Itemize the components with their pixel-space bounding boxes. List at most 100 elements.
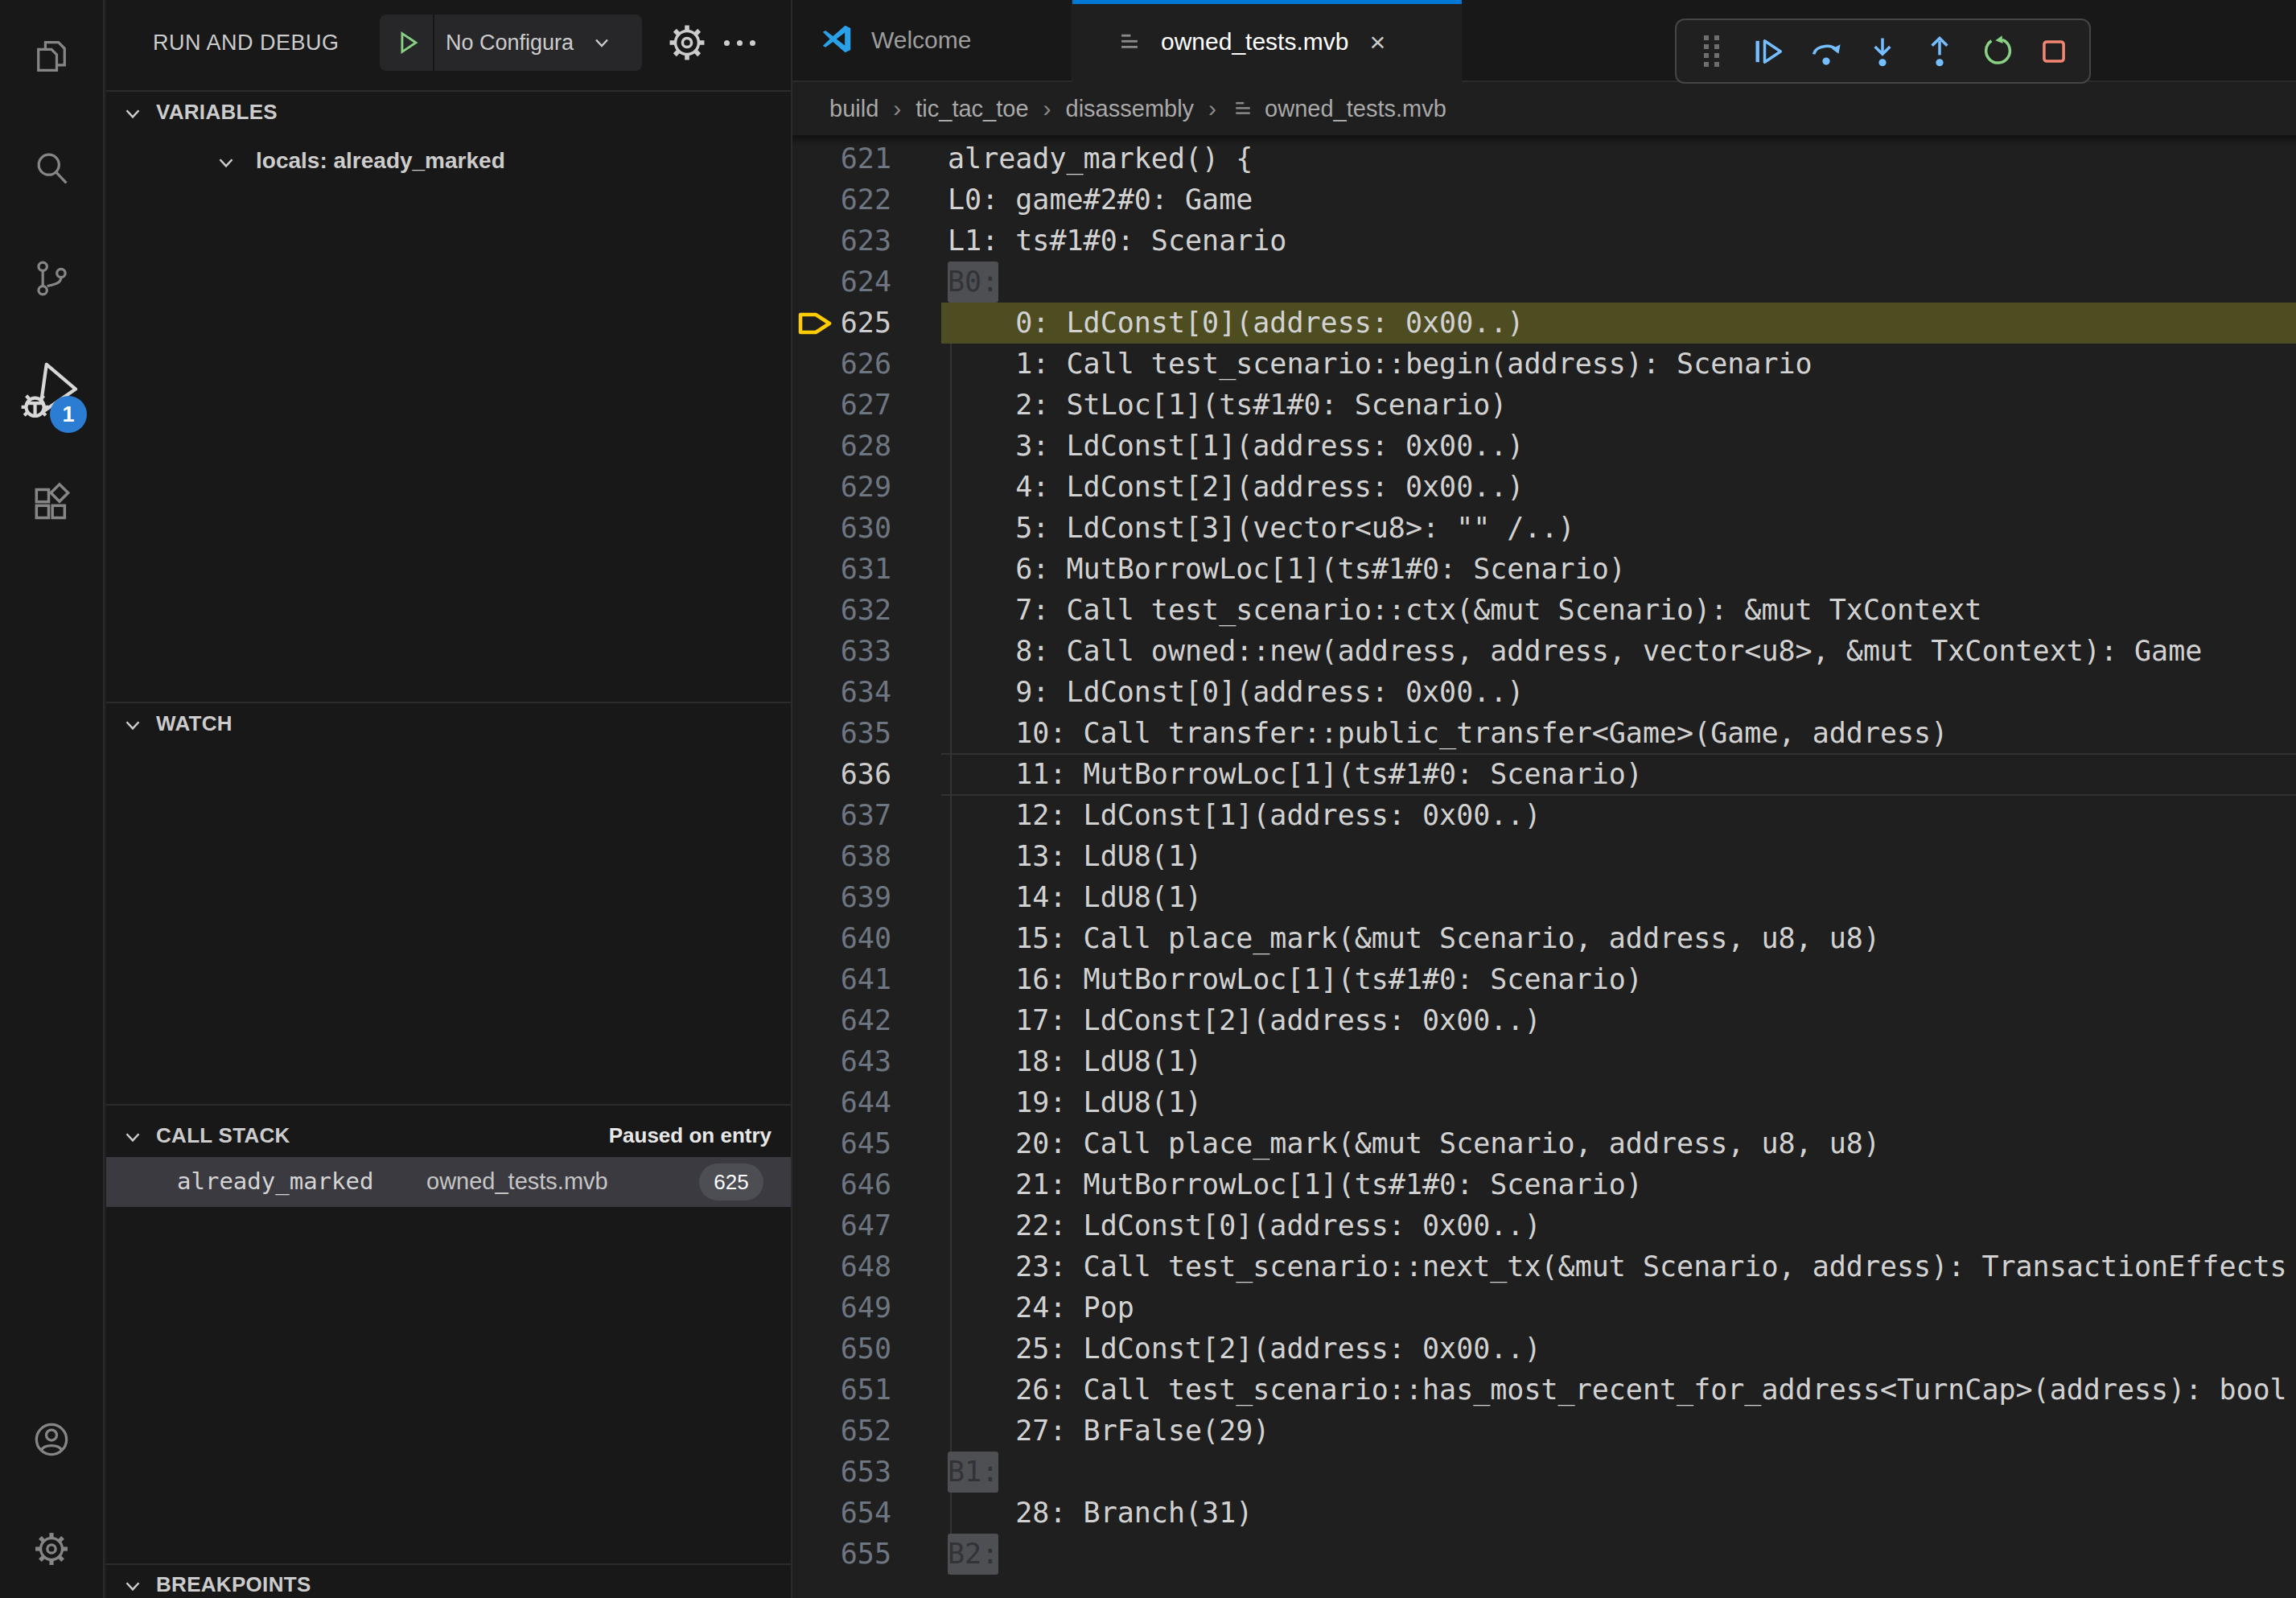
line-number: 653 — [792, 1452, 891, 1493]
block-label-chip: B0: — [948, 262, 998, 303]
start-debug-icon[interactable] — [394, 29, 422, 56]
line-number: 629 — [792, 467, 891, 508]
code-line: 20: Call place_mark(&mut Scenario, addre… — [941, 1123, 2296, 1164]
debug-badge: 1 — [50, 396, 87, 433]
run-and-debug-icon[interactable]: 1 — [0, 352, 103, 433]
combo-divider — [433, 14, 434, 71]
code-line: 11: MutBorrowLoc[1](ts#1#0: Scenario) — [941, 754, 2296, 795]
line-number: 644 — [792, 1082, 891, 1123]
section-divider — [106, 702, 791, 703]
block-label-chip: B2: — [948, 1534, 998, 1575]
code-line: 23: Call test_scenario::next_tx(&mut Sce… — [941, 1246, 2296, 1287]
line-number: 626 — [792, 344, 891, 385]
toolbar-gripper[interactable] — [1694, 34, 1730, 69]
vscode-logo-icon — [818, 22, 855, 59]
block-label-chip: B1: — [948, 1452, 998, 1493]
stack-frame-row[interactable]: already_marked owned_tests.mvb 625 — [106, 1157, 791, 1207]
scroll-shadow — [792, 135, 2296, 146]
code-line: 16: MutBorrowLoc[1](ts#1#0: Scenario) — [941, 959, 2296, 1000]
line-number: 638 — [792, 836, 891, 877]
more-actions-icon[interactable] — [724, 20, 772, 65]
active-tab-indicator — [1072, 0, 1462, 4]
tab-owned-tests[interactable]: owned_tests.mvb × — [1072, 0, 1462, 84]
line-number: 642 — [792, 1000, 891, 1041]
line-number: 625 — [792, 303, 891, 344]
line-number: 637 — [792, 795, 891, 836]
line-number: 649 — [792, 1287, 891, 1328]
code-line: 2: StLoc[1](ts#1#0: Scenario) — [941, 385, 2296, 426]
panel-title: RUN AND DEBUG — [153, 31, 339, 56]
tab-welcome[interactable]: Welcome — [792, 0, 1072, 80]
line-number: 655 — [792, 1534, 891, 1575]
code-line: 6: MutBorrowLoc[1](ts#1#0: Scenario) — [941, 549, 2296, 590]
code-line: 10: Call transfer::public_transfer<Game>… — [941, 713, 2296, 754]
scope-locals-row[interactable]: locals: already_marked — [106, 142, 791, 183]
code-line: 17: LdConst[2](address: 0x00..) — [941, 1000, 2296, 1041]
code-line: B2: — [941, 1534, 2296, 1575]
code-line: 14: LdU8(1) — [941, 877, 2296, 918]
code-line: 4: LdConst[2](address: 0x00..) — [941, 467, 2296, 508]
breadcrumb-item[interactable]: disassembly — [1066, 96, 1195, 122]
line-number: 633 — [792, 631, 891, 672]
line-number: 646 — [792, 1164, 891, 1205]
code-line: 28: Branch(31) — [941, 1493, 2296, 1534]
explorer-icon[interactable] — [0, 16, 103, 97]
breadcrumb-separator: › — [893, 95, 901, 122]
chevron-down-icon — [121, 1574, 145, 1598]
debug-toolbar — [1675, 19, 2091, 84]
extensions-icon[interactable] — [0, 463, 103, 544]
line-number: 628 — [792, 426, 891, 467]
account-icon[interactable] — [0, 1399, 103, 1480]
code-editor[interactable]: 621already_marked() {622L0: game#2#0: Ga… — [792, 135, 2296, 1598]
code-line: 1: Call test_scenario::begin(address): S… — [941, 344, 2296, 385]
code-line: 7: Call test_scenario::ctx(&mut Scenario… — [941, 590, 2296, 631]
restart-icon[interactable] — [1979, 34, 2014, 69]
line-badge: 625 — [699, 1163, 763, 1201]
breadcrumb-item[interactable]: owned_tests.mvb — [1265, 96, 1446, 122]
section-divider — [106, 90, 791, 92]
stop-icon[interactable] — [2036, 34, 2072, 69]
step-into-icon[interactable] — [1865, 34, 1900, 69]
section-divider — [106, 1104, 791, 1106]
code-line: L1: ts#1#0: Scenario — [941, 220, 2296, 262]
config-label: No Configura — [446, 31, 589, 56]
code-line: B0: — [941, 262, 2296, 303]
code-line: 3: LdConst[1](address: 0x00..) — [941, 426, 2296, 467]
line-number: 640 — [792, 918, 891, 959]
search-icon[interactable] — [0, 128, 103, 208]
breadcrumb-separator: › — [1043, 95, 1051, 122]
line-number: 639 — [792, 877, 891, 918]
file-icon — [1116, 28, 1143, 56]
chevron-down-icon — [590, 31, 613, 54]
section-breakpoints[interactable]: BREAKPOINTS — [106, 1567, 791, 1598]
file-icon — [1231, 97, 1255, 121]
line-number: 654 — [792, 1493, 891, 1534]
launch-config-dropdown[interactable]: No Configura — [380, 14, 642, 71]
line-number: 636 — [792, 754, 891, 795]
step-out-icon[interactable] — [1922, 34, 1957, 69]
section-divider — [106, 1563, 791, 1565]
continue-icon[interactable] — [1751, 34, 1787, 69]
settings-gear-icon[interactable] — [0, 1509, 103, 1589]
section-call-stack[interactable]: CALL STACK Paused on entry — [106, 1118, 791, 1155]
section-variables[interactable]: VARIABLES — [106, 95, 791, 132]
line-number: 641 — [792, 959, 891, 1000]
line-number: 648 — [792, 1246, 891, 1287]
section-watch[interactable]: WATCH — [106, 706, 791, 743]
source-control-icon[interactable] — [0, 238, 103, 319]
line-number: 632 — [792, 590, 891, 631]
code-line: 13: LdU8(1) — [941, 836, 2296, 877]
breadcrumb-separator: › — [1208, 95, 1216, 122]
debug-settings-gear-icon[interactable] — [665, 20, 710, 65]
breadcrumb-item[interactable]: tic_tac_toe — [916, 96, 1028, 122]
code-line: 8: Call owned::new(address, address, vec… — [941, 631, 2296, 672]
close-icon[interactable]: × — [1369, 27, 1385, 58]
line-number: 635 — [792, 713, 891, 754]
code-line: 26: Call test_scenario::has_most_recent_… — [941, 1369, 2296, 1411]
step-over-icon[interactable] — [1808, 34, 1844, 69]
line-number: 647 — [792, 1205, 891, 1246]
breadcrumb-item[interactable]: build — [829, 96, 878, 122]
line-number: 627 — [792, 385, 891, 426]
line-number: 643 — [792, 1041, 891, 1082]
line-number: 624 — [792, 262, 891, 303]
